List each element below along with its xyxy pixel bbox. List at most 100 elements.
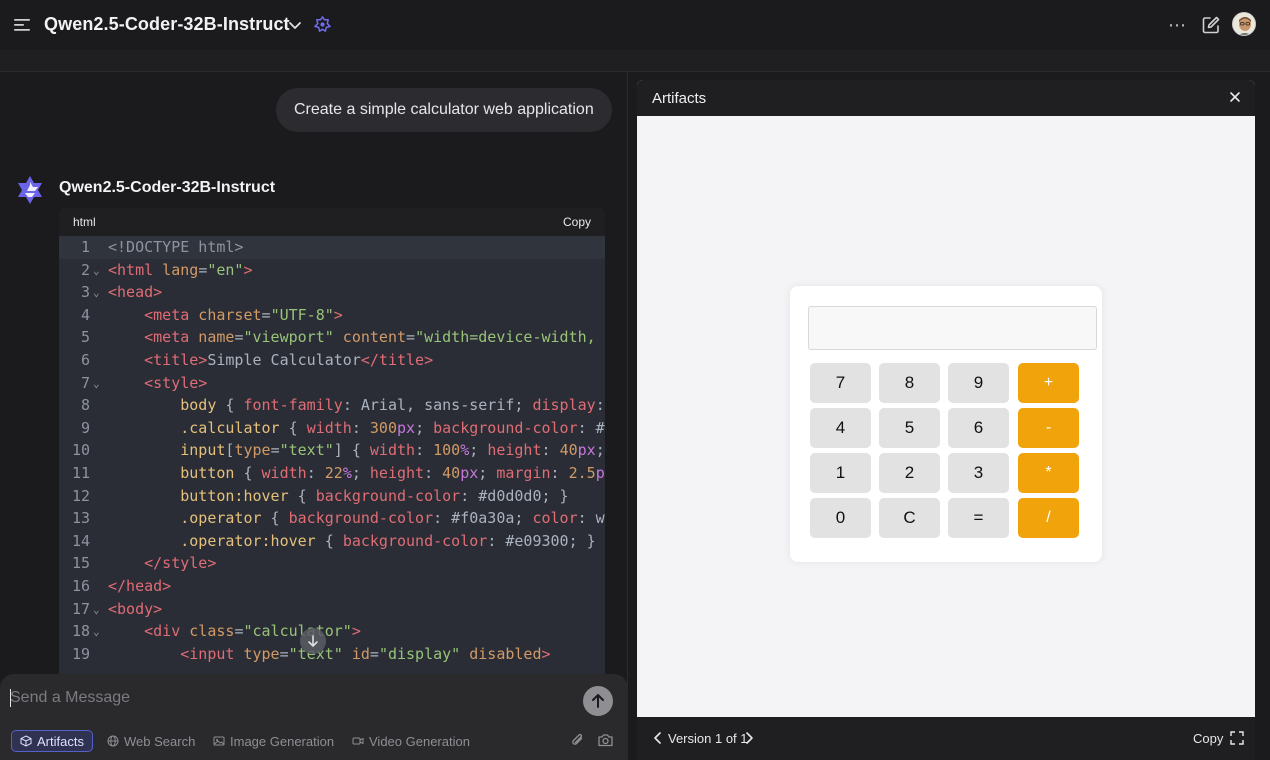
code-editor: 1 <!DOCTYPE html> 2 ⌄ <html lang="en"> 3 ⌄ <h… (59, 236, 605, 675)
calc-button-6[interactable]: 6 (948, 408, 1009, 448)
code-line: 2 ⌄ <html lang="en"> (59, 259, 605, 282)
arrow-down-icon (308, 635, 318, 647)
line-number: 8 (80, 396, 90, 415)
top-bar-divider (0, 50, 1270, 72)
artifacts-panel: Artifacts 7 8 9 + 4 5 6 - 1 2 3 * 0 C = … (637, 80, 1255, 760)
line-number: 14 (71, 531, 90, 550)
line-number: 19 (71, 644, 90, 663)
message-input[interactable] (10, 686, 570, 710)
code-line: 4 <meta charset="UTF-8"> (59, 304, 605, 327)
paperclip-icon[interactable] (570, 732, 586, 748)
code-line: 13 .operator { background-color: #f0a30a… (59, 507, 605, 530)
cube-icon (20, 735, 32, 747)
calculator-display (808, 306, 1097, 350)
chevron-right-icon[interactable] (742, 730, 756, 746)
code-copy-button[interactable]: Copy (563, 215, 591, 229)
message-composer: Artifacts Web Search Image Generation Vi… (0, 674, 628, 760)
code-line: 6 <title>Simple Calculator</title> (59, 349, 605, 372)
line-number: 12 (71, 486, 90, 505)
code-line: 8 body { font-family: Arial, sans-serif;… (59, 394, 605, 417)
assistant-name: Qwen2.5-Coder-32B-Instruct (59, 179, 276, 196)
calc-button-3[interactable]: 3 (948, 453, 1009, 493)
artifact-copy-button[interactable]: Copy (1193, 731, 1223, 746)
model-badge-icon (314, 16, 331, 32)
code-line: 17 ⌄ <body> (59, 598, 605, 621)
line-number: 9 (80, 418, 90, 437)
code-line: 16 </head> (59, 575, 605, 598)
calc-button-multiply[interactable]: * (1018, 453, 1079, 493)
calc-button-2[interactable]: 2 (879, 453, 940, 493)
code-line: 15 </style> (59, 552, 605, 575)
code-line: 14 .operator:hover { background-color: #… (59, 530, 605, 553)
camera-icon[interactable] (597, 732, 614, 748)
code-line: 19 <input type="text" id="display" disab… (59, 643, 605, 666)
video-generation-toggle[interactable]: Video Generation (352, 730, 470, 752)
calculator-preview: 7 8 9 + 4 5 6 - 1 2 3 * 0 C = / (790, 286, 1102, 562)
calc-button-divide[interactable]: / (1018, 498, 1079, 538)
image-icon (213, 736, 225, 746)
app-window: Qwen2.5-Coder-32B-Instruct ⋯ Create a si… (0, 0, 1270, 760)
calc-button-1[interactable]: 1 (810, 453, 871, 493)
new-chat-edit-icon[interactable] (1201, 15, 1221, 35)
line-number: 2 (80, 260, 90, 279)
calc-button-0[interactable]: 0 (810, 498, 871, 538)
qwen-logo-icon (18, 176, 42, 204)
calc-button-add[interactable]: + (1018, 363, 1079, 403)
calc-button-9[interactable]: 9 (948, 363, 1009, 403)
artifacts-footer: Version 1 of 1 Copy (637, 717, 1255, 760)
avatar-image (1233, 13, 1255, 35)
code-language-label: html (73, 215, 96, 229)
web-search-toggle[interactable]: Web Search (107, 730, 195, 752)
code-block-header: html Copy (59, 208, 605, 236)
fold-chevron-icon[interactable]: ⌄ (93, 599, 100, 622)
send-button[interactable] (583, 686, 613, 716)
line-number: 15 (71, 554, 90, 573)
code-line: 10 input[type="text"] { width: 100%; hei… (59, 439, 605, 462)
scroll-to-bottom-button[interactable] (300, 628, 326, 654)
artifacts-title: Artifacts (652, 89, 707, 107)
video-generation-label: Video Generation (369, 733, 470, 749)
ellipsis-icon[interactable]: ⋯ (1168, 16, 1188, 34)
line-number: 4 (80, 305, 90, 324)
code-line: 5 <meta name="viewport" content="width=d… (59, 326, 605, 349)
artifacts-toggle[interactable]: Artifacts (11, 730, 93, 752)
image-generation-toggle[interactable]: Image Generation (213, 730, 334, 752)
text-caret (10, 689, 11, 707)
fold-chevron-icon[interactable]: ⌄ (93, 282, 100, 305)
arrow-up-icon (592, 694, 604, 708)
top-bar: Qwen2.5-Coder-32B-Instruct ⋯ (0, 0, 1270, 50)
code-line: 1 <!DOCTYPE html> (59, 236, 605, 259)
code-line: 18 ⌄ <div class="calculator"> (59, 620, 605, 643)
chat-panel: Create a simple calculator web applicati… (0, 72, 628, 760)
chevron-down-icon[interactable] (287, 17, 303, 33)
line-number: 16 (71, 576, 90, 595)
calc-button-5[interactable]: 5 (879, 408, 940, 448)
code-line: 9 .calculator { width: 300px; background… (59, 417, 605, 440)
line-number: 6 (80, 350, 90, 369)
fold-chevron-icon[interactable]: ⌄ (93, 260, 100, 283)
line-number: 7 (80, 373, 90, 392)
globe-icon (107, 735, 119, 747)
chevron-left-icon[interactable] (651, 730, 665, 746)
calc-button-7[interactable]: 7 (810, 363, 871, 403)
code-line: 12 button:hover { background-color: #d0d… (59, 485, 605, 508)
fold-chevron-icon[interactable]: ⌄ (93, 621, 100, 644)
code-block: html Copy 1 <!DOCTYPE html> 2 ⌄ <html lang=… (59, 208, 605, 675)
calc-button-clear[interactable]: C (879, 498, 940, 538)
user-avatar[interactable] (1232, 12, 1256, 36)
calc-button-equals[interactable]: = (948, 498, 1009, 538)
model-selector-label[interactable]: Qwen2.5-Coder-32B-Instruct (44, 14, 290, 35)
video-icon (352, 737, 364, 745)
user-message-bubble: Create a simple calculator web applicati… (276, 88, 612, 132)
artifacts-label: Artifacts (37, 733, 84, 749)
code-line: 11 button { width: 22%; height: 40px; ma… (59, 462, 605, 485)
fullscreen-icon[interactable] (1230, 731, 1244, 745)
close-icon[interactable] (1228, 90, 1242, 104)
calc-button-subtract[interactable]: - (1018, 408, 1079, 448)
calc-button-4[interactable]: 4 (810, 408, 871, 448)
calc-button-8[interactable]: 8 (879, 363, 940, 403)
version-label: Version 1 of 1 (668, 731, 748, 746)
fold-chevron-icon[interactable]: ⌄ (93, 373, 100, 396)
hamburger-menu-icon[interactable] (13, 17, 31, 33)
code-line: 7 ⌄ <style> (59, 372, 605, 395)
